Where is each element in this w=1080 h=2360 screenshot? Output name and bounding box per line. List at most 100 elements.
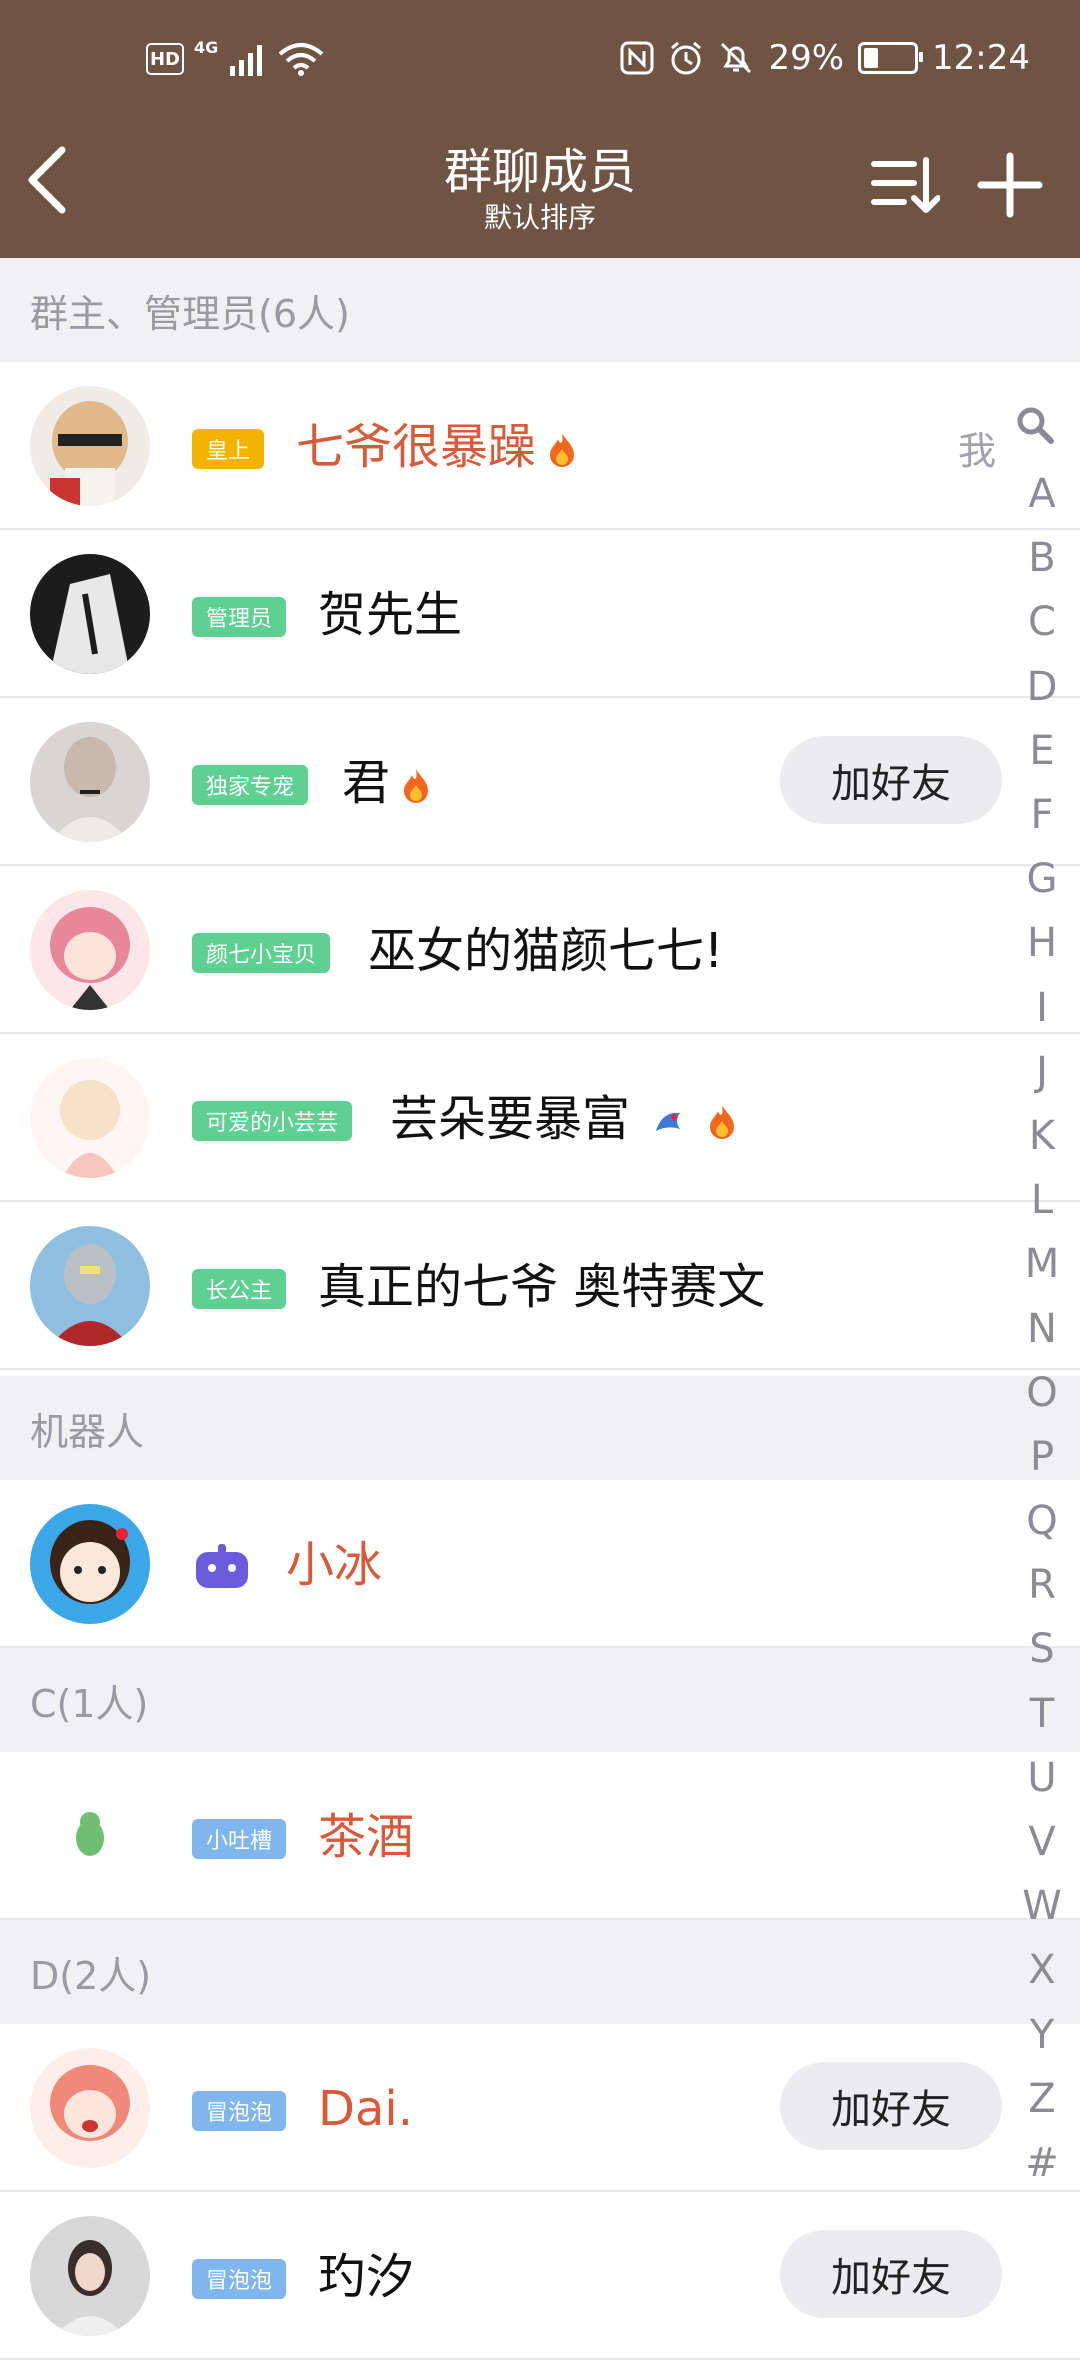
avatar[interactable]	[30, 1226, 150, 1346]
index-letter[interactable]: Z	[1016, 2067, 1068, 2131]
member-tag: 管理员	[192, 597, 287, 637]
index-letter[interactable]: W	[1016, 1874, 1068, 1938]
index-letter[interactable]: C	[1016, 590, 1068, 654]
member-tag: 冒泡泡	[192, 2091, 287, 2131]
section-header-d: D(2人)	[0, 1920, 1080, 2024]
index-letter[interactable]: S	[1016, 1617, 1068, 1681]
index-letter[interactable]: O	[1016, 1361, 1068, 1425]
fire-icon	[404, 769, 429, 803]
avatar[interactable]	[30, 1058, 150, 1178]
member-tag: 长公主	[192, 1269, 287, 1309]
add-friend-button[interactable]: 加好友	[780, 2230, 1002, 2318]
status-bar: HD 4G 29% 12:24	[0, 0, 1080, 130]
member-row[interactable]: 颜七小宝贝 巫女的猫颜七七!	[0, 866, 1080, 1034]
hd-badge: HD	[146, 43, 184, 75]
section-header-c: C(1人)	[0, 1648, 1080, 1752]
section-header-robots: 机器人	[0, 1376, 1080, 1480]
avatar[interactable]	[30, 1504, 150, 1624]
top-bar: HD 4G 29% 12:24 群聊成员 默认排序	[0, 0, 1080, 258]
member-name: 芸朵要暴富	[390, 1091, 631, 1147]
section-title: 群主、管理员(6人)	[30, 291, 350, 336]
index-letter[interactable]: H	[1016, 911, 1068, 975]
status-right: 29% 12:24	[620, 38, 1030, 78]
add-member-icon[interactable]	[975, 150, 1045, 220]
member-name-wrap: 君	[342, 750, 432, 816]
network-type: 4G	[194, 37, 219, 57]
battery-percent: 29%	[768, 38, 845, 78]
avatar[interactable]	[30, 386, 150, 506]
add-friend-button[interactable]: 加好友	[780, 736, 1002, 824]
avatar[interactable]	[30, 890, 150, 1010]
self-indicator: 我	[958, 429, 997, 473]
index-letter[interactable]: B	[1016, 526, 1068, 590]
member-name: 七爷很暴躁	[296, 419, 537, 475]
clock: 12:24	[932, 38, 1030, 78]
add-friend-button[interactable]: 加好友	[780, 2062, 1002, 2150]
member-row[interactable]: 独家专宠 君 加好友	[0, 698, 1080, 866]
member-tag: 独家专宠	[192, 765, 309, 805]
battery-icon	[858, 42, 924, 74]
member-row[interactable]: 长公主 真正的七爷 奥特赛文	[0, 1202, 1080, 1370]
index-letter[interactable]: G	[1016, 847, 1068, 911]
member-row[interactable]: 冒泡泡 Dai. 加好友	[0, 2024, 1080, 2192]
index-letter[interactable]: M	[1016, 1232, 1068, 1296]
avatar[interactable]	[30, 722, 150, 842]
index-letter[interactable]: V	[1016, 1810, 1068, 1874]
member-name: 巫女的猫颜七七!	[368, 923, 724, 979]
member-name: 真正的七爷 奥特赛文	[318, 1259, 766, 1315]
index-letter[interactable]: I	[1016, 976, 1068, 1040]
sort-icon[interactable]	[870, 150, 940, 220]
mute-icon	[721, 42, 752, 74]
index-letter[interactable]: A	[1016, 462, 1068, 526]
status-left: HD 4G	[146, 38, 324, 76]
index-letter[interactable]: Y	[1016, 2003, 1068, 2067]
member-name: Dai.	[318, 2081, 413, 2137]
alarm-icon	[671, 41, 702, 75]
dragon-icon	[656, 1112, 681, 1131]
member-row[interactable]: 小吐槽 茶酒	[0, 1752, 1080, 1920]
signal-icon	[230, 45, 263, 76]
index-letter[interactable]: L	[1016, 1168, 1068, 1232]
index-letter[interactable]: X	[1016, 1938, 1068, 2002]
member-tag: 可爱的小芸芸	[192, 1101, 353, 1141]
index-letter[interactable]: D	[1016, 655, 1068, 719]
index-letter[interactable]: N	[1016, 1296, 1068, 1360]
member-row[interactable]: 可爱的小芸芸 芸朵要暴富	[0, 1034, 1080, 1202]
avatar[interactable]	[30, 2048, 150, 2168]
member-row[interactable]: 冒泡泡 玓汐 加好友	[0, 2192, 1080, 2360]
index-letter[interactable]: U	[1016, 1746, 1068, 1810]
member-name: 贺先生	[318, 587, 463, 643]
member-name-wrap: 七爷很暴躁	[296, 414, 578, 480]
index-letter[interactable]: T	[1016, 1682, 1068, 1746]
member-row[interactable]: 管理员 贺先生	[0, 530, 1080, 698]
member-row[interactable]: 小冰	[0, 1480, 1080, 1648]
member-name: 小冰	[286, 1537, 383, 1593]
alphabet-index[interactable]: A B C D E F G H I J K L M N O P Q R S T U V W X Y Z #	[1016, 462, 1068, 2195]
member-tag: 冒泡泡	[192, 2259, 287, 2299]
index-letter[interactable]: #	[1016, 2131, 1068, 2195]
section-title: D(2人)	[30, 1953, 152, 1998]
member-tag: 颜七小宝贝	[192, 933, 331, 973]
fire-icon	[710, 1105, 735, 1139]
member-row[interactable]: 皇上 七爷很暴躁 我	[0, 362, 1080, 530]
avatar[interactable]	[30, 554, 150, 674]
index-letter[interactable]: Q	[1016, 1489, 1068, 1553]
avatar[interactable]	[30, 2216, 150, 2336]
index-letter[interactable]: F	[1016, 783, 1068, 847]
index-letter[interactable]: P	[1016, 1425, 1068, 1489]
avatar[interactable]	[30, 1776, 150, 1896]
member-name-wrap: 芸朵要暴富	[390, 1086, 738, 1152]
member-tag: 皇上	[192, 429, 265, 469]
section-title: C(1人)	[30, 1681, 149, 1726]
index-letter[interactable]: E	[1016, 719, 1068, 783]
fire-icon	[550, 433, 575, 467]
index-letter[interactable]: J	[1016, 1040, 1068, 1104]
index-letter[interactable]: R	[1016, 1553, 1068, 1617]
index-search-icon[interactable]	[1015, 405, 1055, 445]
member-name: 玓汐	[318, 2249, 415, 2305]
member-name: 茶酒	[318, 1809, 415, 1865]
member-name: 君	[342, 755, 391, 811]
battery-fill	[864, 48, 879, 68]
index-letter[interactable]: K	[1016, 1104, 1068, 1168]
wifi-icon	[278, 43, 324, 76]
